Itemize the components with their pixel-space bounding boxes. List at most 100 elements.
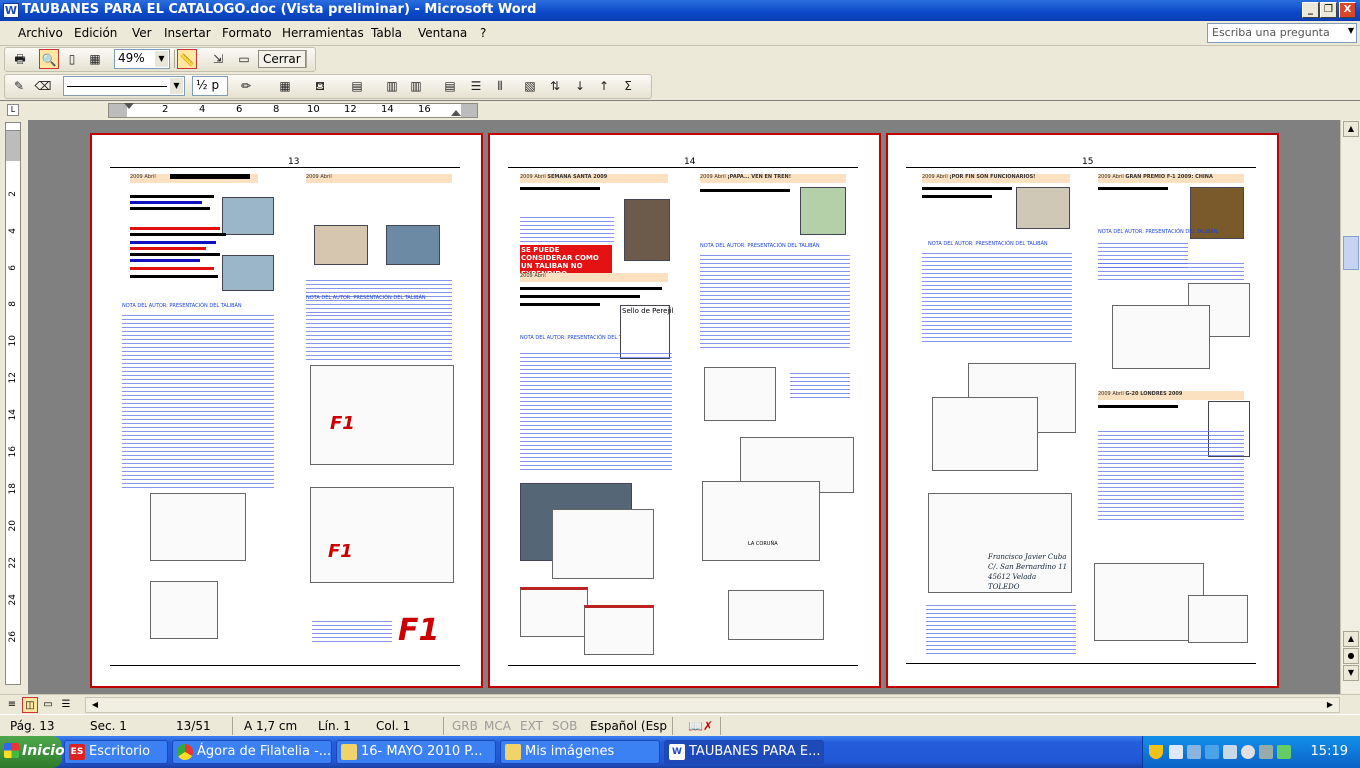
dropbox-icon[interactable] — [1205, 745, 1219, 759]
page-14[interactable]: 14 2009 Abril SEMANA SANTA 2009 2009 Abr… — [488, 133, 881, 688]
clock[interactable]: 15:19 — [1311, 744, 1348, 759]
border-color-icon[interactable]: ✏ — [236, 76, 256, 96]
menu-help[interactable]: ? — [480, 26, 486, 40]
line-style-select[interactable]: ▼ — [63, 76, 185, 96]
ask-question-box[interactable]: Escriba una pregunta ▼ — [1207, 23, 1357, 43]
tab-selector-icon[interactable]: L — [7, 104, 19, 116]
menu-ventana[interactable]: Ventana — [418, 26, 467, 40]
web-view-icon[interactable]: ◫ — [22, 697, 38, 713]
select-browse-object-icon[interactable]: ● — [1343, 648, 1359, 664]
task-folder-mayo[interactable]: 16- MAYO 2010 P... — [336, 740, 496, 764]
system-tray: 15:19 — [1142, 736, 1360, 768]
insert-table-icon[interactable]: ▤ — [347, 76, 367, 96]
menu-edicion[interactable]: Edición — [74, 26, 117, 40]
volume-icon[interactable] — [1259, 745, 1273, 759]
task-word-document[interactable]: W TAUBANES PARA E... — [664, 740, 824, 764]
autoformat-table-icon[interactable]: ▧ — [520, 76, 540, 96]
sort-descending-icon[interactable]: ↑ — [594, 76, 614, 96]
menu-herramientas[interactable]: Herramientas — [282, 26, 364, 40]
task-agora-filatelia[interactable]: Ágora de Filatelia -... — [172, 740, 332, 764]
spelling-status-icon[interactable]: 📖✗ — [688, 719, 713, 733]
menu-formato[interactable]: Formato — [222, 26, 272, 40]
usb-icon[interactable] — [1223, 745, 1237, 759]
bluetooth-icon[interactable] — [1187, 745, 1201, 759]
one-page-icon[interactable]: ▯ — [62, 49, 82, 69]
vertical-scroll-thumb[interactable] — [1343, 236, 1359, 270]
task-escritorio[interactable]: ES Escritorio — [64, 740, 168, 764]
full-screen-icon[interactable]: ▭ — [234, 49, 254, 69]
print-icon[interactable]: 🖶 — [10, 49, 30, 69]
page-13[interactable]: 13 2009 Abril 2009 Abril NOTA DEL AUTOR:… — [90, 133, 483, 688]
vertical-ruler[interactable]: 2 4 6 8 10 12 14 16 18 20 22 24 26 — [5, 130, 21, 685]
horizontal-ruler[interactable]: 2 4 6 8 10 12 14 16 — [108, 103, 478, 118]
horizontal-scrollbar[interactable]: ◀ ▶ — [85, 697, 1340, 713]
minimize-button[interactable]: _ — [1302, 2, 1319, 18]
distribute-columns-icon[interactable]: ⦀ — [490, 76, 510, 96]
preview-toolbar: 🖶 🔍 ▯ ▦ 49% ▼ 📏 ⇲ ▭ Cerrar — [0, 46, 1360, 73]
menu-tabla[interactable]: Tabla — [371, 26, 402, 40]
handwritten-address-line: TOLEDO — [988, 583, 1020, 591]
outline-view-icon[interactable]: ☰ — [58, 697, 74, 713]
first-line-indent-marker[interactable] — [124, 103, 134, 109]
word-app-icon[interactable]: W — [3, 3, 19, 18]
multiple-pages-icon[interactable]: ▦ — [85, 49, 105, 69]
shrink-to-fit-icon[interactable]: ⇲ — [208, 49, 228, 69]
borders-icon[interactable]: ▦ — [275, 76, 295, 96]
scroll-left-icon[interactable]: ◀ — [88, 698, 102, 712]
align-icon[interactable]: ▤ — [440, 76, 460, 96]
eraser-icon[interactable]: ⌫ — [33, 76, 53, 96]
ruler-tick: 12 — [8, 372, 18, 384]
ask-question-placeholder: Escriba una pregunta — [1212, 26, 1330, 39]
autosum-icon[interactable]: Σ — [618, 76, 638, 96]
status-grb[interactable]: GRB — [452, 719, 478, 733]
zoom-select[interactable]: 49% ▼ — [114, 49, 170, 69]
previous-page-icon[interactable]: ▲ — [1343, 631, 1359, 647]
menu-archivo[interactable]: Archivo — [18, 26, 63, 40]
line-weight-select[interactable]: ½ p — [192, 76, 228, 96]
update-icon[interactable] — [1277, 745, 1291, 759]
author-note: NOTA DEL AUTOR: PRESENTACIÓN DEL TALIBÁN — [700, 243, 820, 249]
preview-area[interactable]: 13 2009 Abril 2009 Abril NOTA DEL AUTOR:… — [28, 120, 1340, 694]
task-mis-imagenes[interactable]: Mis imágenes — [500, 740, 660, 764]
chevron-down-icon[interactable]: ▼ — [155, 51, 168, 67]
start-button[interactable]: Inicio — [0, 736, 65, 768]
formula1-logo: F1 — [328, 541, 353, 562]
status-mca[interactable]: MCA — [484, 719, 511, 733]
network-icon[interactable] — [1169, 745, 1183, 759]
text-direction-icon[interactable]: ⇅ — [545, 76, 565, 96]
handwritten-address-line: C/. San Bernardino 11 — [988, 563, 1068, 571]
next-page-icon[interactable]: ▼ — [1343, 665, 1359, 681]
status-sob[interactable]: SOB — [552, 719, 577, 733]
close-preview-button[interactable]: Cerrar — [258, 50, 306, 68]
print-layout-icon[interactable]: ▭ — [40, 697, 56, 713]
vertical-scrollbar[interactable]: ▲ ▲ ● ▼ — [1340, 120, 1360, 694]
chevron-down-icon[interactable]: ▼ — [170, 78, 183, 94]
right-indent-marker[interactable] — [451, 110, 461, 116]
menu-ver[interactable]: Ver — [132, 26, 152, 40]
merge-cells-icon[interactable]: ▥ — [382, 76, 402, 96]
split-cells-icon[interactable]: ▥ — [406, 76, 426, 96]
distribute-rows-icon[interactable]: ☰ — [466, 76, 486, 96]
chevron-down-icon[interactable]: ▼ — [1348, 26, 1354, 35]
security-shield-icon[interactable] — [1149, 745, 1163, 759]
magnifier-icon[interactable]: 🔍 — [39, 49, 59, 69]
restore-button[interactable]: ❐ — [1320, 2, 1337, 18]
status-ext[interactable]: EXT — [520, 719, 543, 733]
window-title: TAUBANES PARA EL CATALOGO.doc (Vista pre… — [22, 2, 537, 17]
close-window-button[interactable]: X — [1339, 2, 1356, 18]
sort-ascending-icon[interactable]: ↓ — [570, 76, 590, 96]
draw-table-icon[interactable]: ✎ — [9, 76, 29, 96]
status-column: Col. 1 — [376, 719, 411, 733]
ruler-tick: 22 — [8, 557, 18, 569]
menu-insertar[interactable]: Insertar — [164, 26, 211, 40]
page-15[interactable]: 15 2009 Abril ¡POR FIN SON FUNCIONARIOS!… — [886, 133, 1279, 688]
normal-view-icon[interactable]: ≡ — [4, 697, 20, 713]
scroll-up-icon[interactable]: ▲ — [1343, 121, 1359, 137]
shading-color-icon[interactable]: ⛾ — [310, 76, 330, 96]
ruler-row: L 2 4 6 8 10 12 14 16 — [0, 101, 1360, 120]
page-header-left: 2009 Abril SEMANA SANTA 2009 — [520, 174, 668, 183]
view-ruler-icon[interactable]: 📏 — [177, 49, 197, 69]
antivirus-icon[interactable] — [1241, 745, 1255, 759]
ruler-tick: 8 — [8, 301, 18, 307]
scroll-right-icon[interactable]: ▶ — [1323, 698, 1337, 712]
